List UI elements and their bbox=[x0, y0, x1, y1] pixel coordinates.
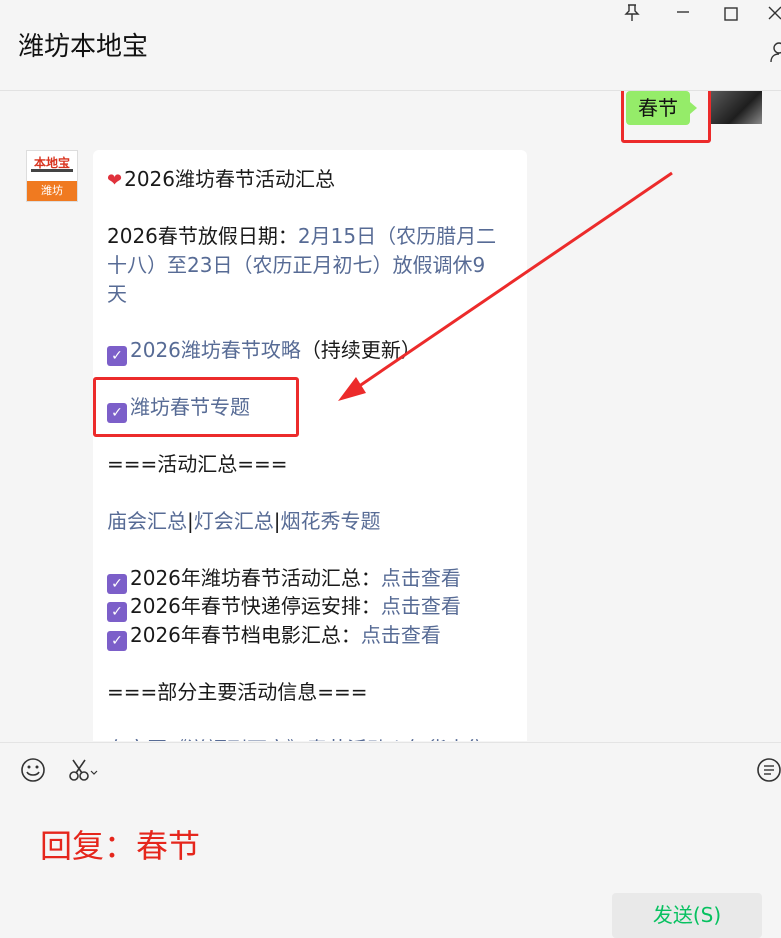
annotation-arrow bbox=[338, 171, 673, 401]
contact-info-icon[interactable] bbox=[764, 40, 781, 68]
chat-history-icon[interactable] bbox=[756, 757, 781, 789]
chat-title: 潍坊本地宝 bbox=[18, 32, 149, 62]
minimize-icon[interactable] bbox=[670, 2, 696, 24]
chat-area[interactable]: 春节 本地宝 潍坊 ❤ 2026潍坊春节活动汇总 2026春节放假日期：2月15日… bbox=[0, 91, 781, 741]
maximize-icon[interactable] bbox=[718, 4, 744, 26]
title-bar: 潍坊本地宝 bbox=[0, 0, 781, 91]
close-icon[interactable] bbox=[762, 4, 781, 26]
reply-text[interactable]: 回复：春节 bbox=[40, 821, 200, 867]
emoji-icon[interactable] bbox=[20, 757, 46, 789]
scissors-icon[interactable] bbox=[68, 757, 98, 789]
send-button[interactable]: 发送(S) bbox=[612, 893, 762, 938]
input-area[interactable]: 回复：春节 发送(S) bbox=[0, 742, 781, 938]
pin-icon[interactable] bbox=[619, 4, 645, 26]
